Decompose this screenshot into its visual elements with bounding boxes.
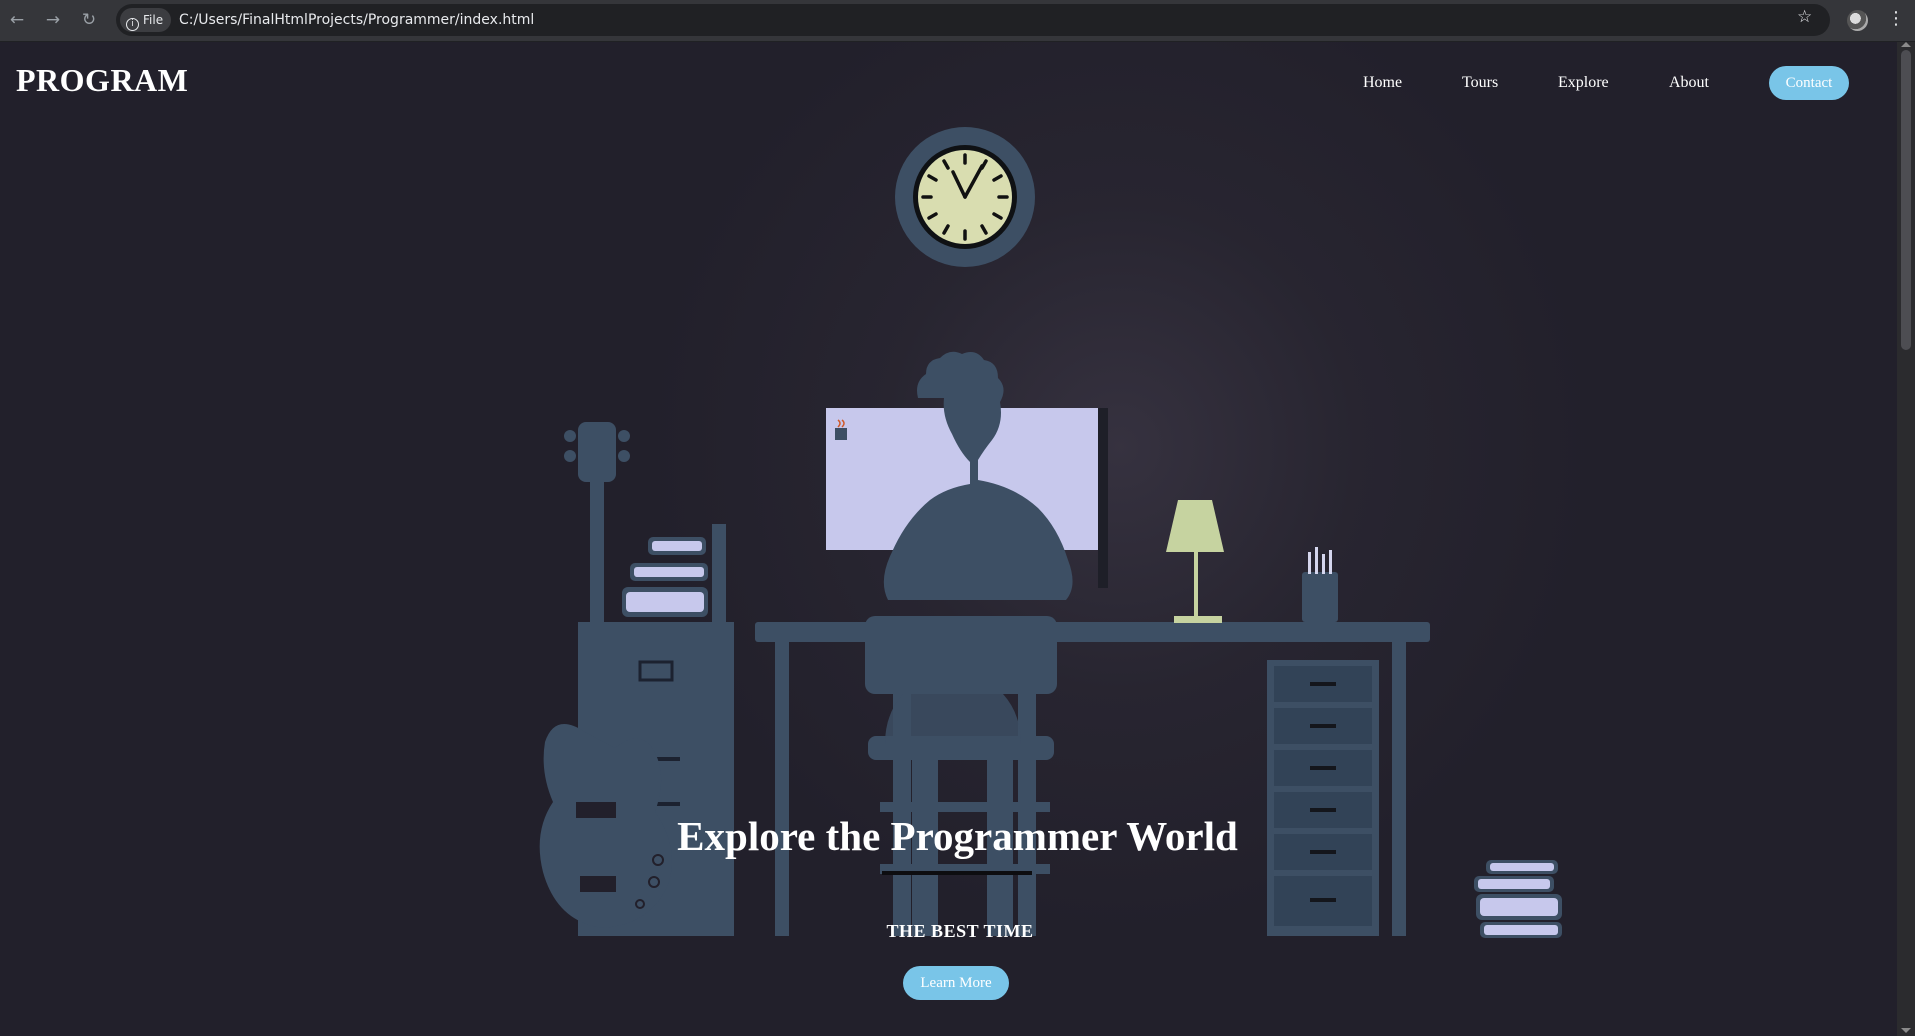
hero-subtitle: THE BEST TIME — [886, 921, 1034, 941]
back-icon[interactable]: ← — [6, 9, 28, 31]
books-stack-right — [1474, 860, 1562, 938]
page-scrollbar[interactable] — [1897, 42, 1915, 1036]
books-stack-left — [622, 524, 726, 622]
site-info-chip[interactable]: i File — [120, 8, 172, 32]
browser-toolbar: ← → ↻ i File C:/Users/FinalHtmlProjects/P… — [0, 0, 1915, 42]
nav-explore[interactable]: Explore — [1558, 74, 1609, 92]
reload-icon[interactable]: ↻ — [78, 9, 100, 31]
browser-menu-icon[interactable]: ⋮ — [1887, 8, 1905, 29]
hero-title: Explore the Programmer World — [677, 813, 1238, 859]
site-logo[interactable]: PROGRAM — [16, 62, 188, 99]
clock-icon — [895, 127, 1035, 267]
lamp-icon — [1166, 500, 1224, 623]
scroll-up-arrow-icon[interactable] — [1901, 42, 1911, 47]
info-icon: i — [126, 18, 139, 31]
file-chip-label: File — [143, 13, 164, 27]
hero-title-underline — [882, 871, 1032, 875]
scrollbar-thumb[interactable] — [1901, 50, 1911, 350]
pen-cup-icon — [1302, 547, 1338, 622]
page-viewport: PROGRAM Home Tours Explore About Contact… — [0, 42, 1897, 1036]
nav-about[interactable]: About — [1669, 74, 1709, 92]
drawer-cabinet — [1267, 660, 1379, 936]
learn-more-button[interactable]: Learn More — [903, 966, 1009, 1000]
scroll-down-arrow-icon[interactable] — [1901, 1028, 1911, 1033]
nav-tours[interactable]: Tours — [1462, 74, 1498, 92]
programmer-illustration — [539, 127, 1562, 938]
forward-icon[interactable]: → — [42, 9, 64, 31]
nav-home[interactable]: Home — [1363, 74, 1402, 92]
contact-button[interactable]: Contact — [1769, 66, 1849, 100]
bookmark-star-icon[interactable]: ☆ — [1797, 7, 1812, 27]
address-bar[interactable]: i File C:/Users/FinalHtmlProjects/Program… — [116, 4, 1830, 36]
profile-avatar[interactable] — [1847, 10, 1868, 31]
url-text[interactable]: C:/Users/FinalHtmlProjects/Programmer/in… — [179, 4, 534, 36]
